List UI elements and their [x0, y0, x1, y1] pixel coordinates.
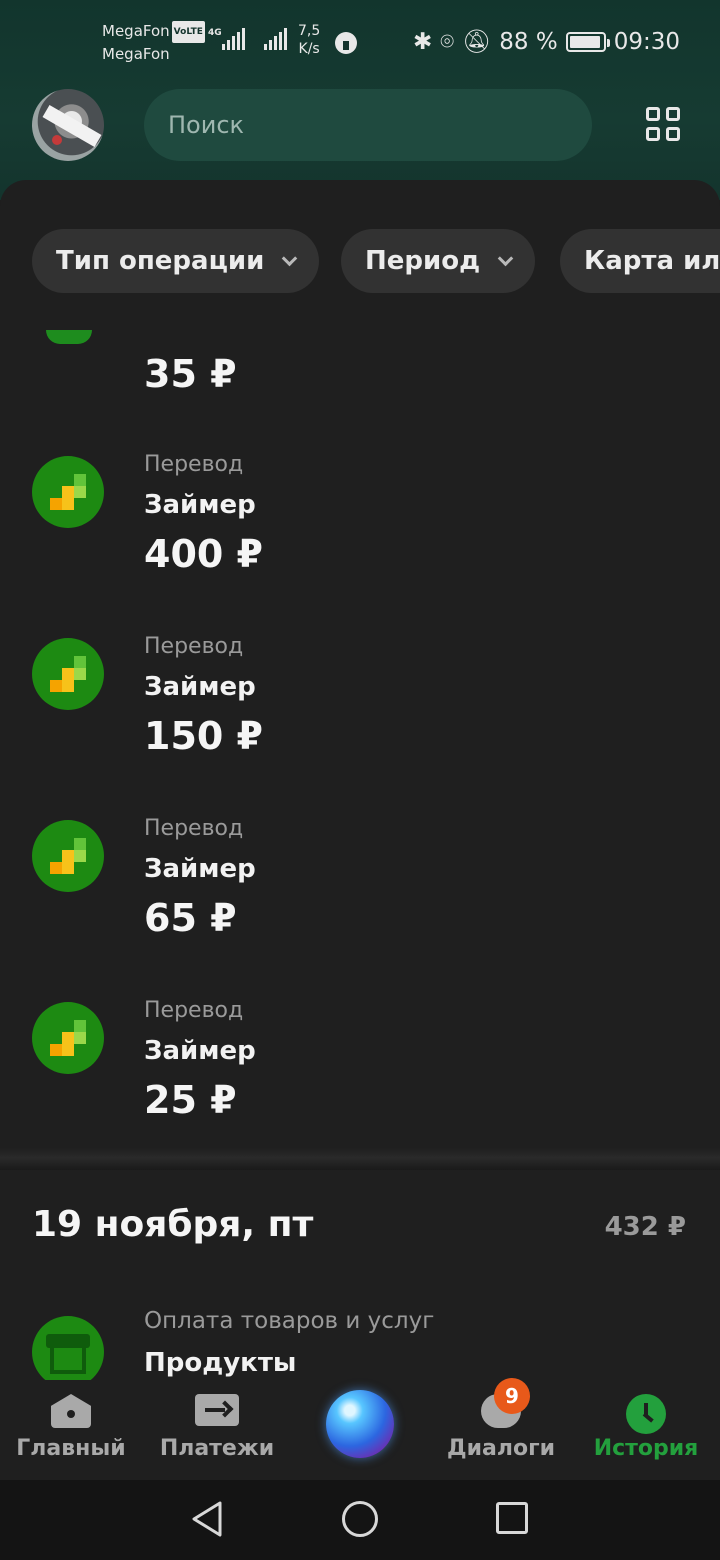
transaction-type: Оплата товаров и услуг [144, 1308, 435, 1334]
system-nav-bar [0, 1480, 720, 1560]
signal-icon-1 [222, 28, 245, 50]
transaction-row[interactable]: Перевод Займер 150 ₽ [0, 634, 720, 778]
network-type: 4G [208, 28, 222, 38]
zaimer-logo-icon [32, 456, 104, 528]
signal-icon-2 [264, 28, 287, 50]
assistant-orb-icon[interactable] [326, 1390, 394, 1458]
transaction-type: Перевод [144, 816, 244, 841]
transaction-name: Займер [144, 854, 256, 884]
transaction-name: Займер [144, 1036, 256, 1066]
bluetooth-icon: ✱ [412, 28, 433, 55]
clock-icon [626, 1394, 666, 1434]
zaimer-logo-icon [32, 820, 104, 892]
status-right-group: ✱ ⌾ 🔕︎ 88 % 09:30 [412, 28, 680, 56]
transaction-icon-partial [46, 330, 92, 344]
nav-item-home[interactable]: Главный [14, 1380, 128, 1480]
search-input[interactable]: Поиск [144, 89, 592, 161]
day-header-total: 432 ₽ [604, 1212, 686, 1242]
battery-percent: 88 % [499, 28, 558, 55]
chevron-down-icon [497, 250, 514, 267]
location-icon: ⌾ [440, 28, 455, 55]
nav-item-payments[interactable]: Платежи [158, 1380, 276, 1480]
transaction-type: Перевод [144, 634, 244, 659]
payments-icon [195, 1394, 239, 1426]
section-divider [0, 1148, 720, 1170]
carrier-info: MegaFon VoLTE MegaFon [102, 20, 205, 65]
grid-menu-icon[interactable] [646, 107, 682, 143]
clock-time: 09:30 [613, 28, 680, 55]
vpn-key-icon [335, 32, 357, 54]
nav-label: История [593, 1436, 699, 1461]
history-panel: Тип операции Период Карта или 35 ₽ Перев… [0, 180, 720, 1380]
filter-period[interactable]: Период [341, 229, 536, 293]
chevron-down-icon [282, 250, 298, 267]
transaction-amount: 400 ₽ [144, 532, 263, 576]
home-circle-icon[interactable] [342, 1501, 378, 1537]
transaction-row[interactable]: Перевод Займер 65 ₽ [0, 816, 720, 960]
day-header-date: 19 ноября, пт [32, 1204, 314, 1245]
nav-label: Главный [16, 1436, 126, 1461]
transaction-type: Перевод [144, 452, 244, 477]
transaction-amount: 35 ₽ [144, 352, 237, 396]
transaction-name: Займер [144, 672, 256, 702]
transaction-amount: 25 ₽ [144, 1078, 237, 1122]
nav-label: Платежи [159, 1436, 275, 1461]
filter-card[interactable]: Карта или [560, 229, 720, 293]
zaimer-logo-icon [32, 638, 104, 710]
nav-label: Диалоги [447, 1436, 555, 1461]
filter-operation-type[interactable]: Тип операции [32, 229, 320, 293]
transaction-row[interactable]: Перевод Займер 400 ₽ [0, 452, 720, 596]
transaction-amount: 65 ₽ [144, 896, 237, 940]
transaction-row[interactable]: Перевод Займер 25 ₽ [0, 998, 720, 1142]
status-bar: MegaFon VoLTE MegaFon 4G 7,5 K/s ✱ ⌾ 🔕︎ 8… [0, 0, 720, 80]
back-icon[interactable] [190, 1500, 224, 1538]
carrier-name-2: MegaFon [102, 45, 170, 63]
zaimer-logo-icon [32, 1002, 104, 1074]
transaction-name: Продукты [144, 1348, 297, 1378]
transaction-amount: 150 ₽ [144, 714, 263, 758]
avatar[interactable] [32, 89, 104, 161]
shop-icon [32, 1316, 104, 1380]
recents-icon[interactable] [496, 1502, 528, 1534]
unread-badge: 9 [494, 1378, 530, 1414]
nav-item-history[interactable]: История [590, 1380, 702, 1480]
network-speed: 7,5 K/s [298, 23, 321, 57]
transaction-name: Займер [144, 490, 256, 520]
bell-off-icon: 🔕︎ [462, 29, 492, 55]
transaction-type: Перевод [144, 998, 244, 1023]
carrier-name-1: MegaFon [102, 22, 170, 40]
volte-badge: VoLTE [171, 21, 205, 43]
search-placeholder: Поиск [168, 111, 245, 139]
battery-icon [565, 31, 610, 52]
home-icon [51, 1394, 91, 1428]
